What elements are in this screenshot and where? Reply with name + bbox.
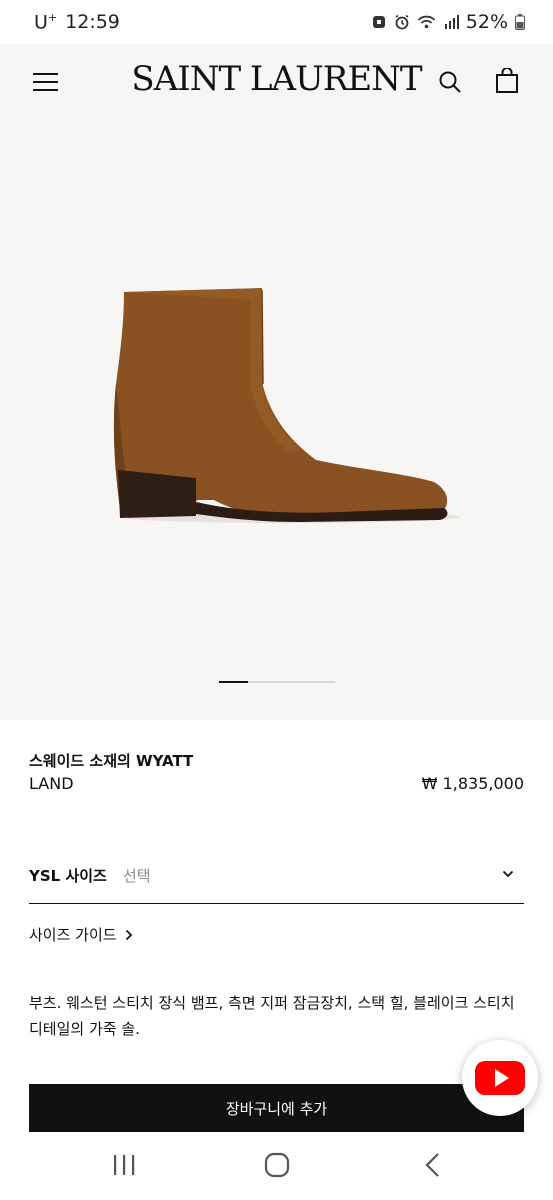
youtube-floating-button[interactable]: [462, 1040, 538, 1116]
battery-icon: [515, 14, 525, 30]
product-image: [113, 288, 460, 523]
product-description: 부츠. 웨스턴 스티치 장식 뱀프, 측면 지퍼 잠금장치, 스택 힐, 블레이…: [29, 994, 515, 1038]
gallery-pager[interactable]: [219, 680, 335, 683]
system-nav-bar: [0, 1132, 553, 1200]
youtube-icon: [475, 1061, 525, 1095]
chevron-right-icon: [125, 929, 132, 940]
status-left: U+ 12:59: [34, 11, 120, 33]
size-label: YSL 사이즈: [29, 867, 107, 885]
wifi-icon: [417, 15, 435, 29]
brand-logo[interactable]: SAINT LAURENT: [0, 59, 553, 99]
status-bar: U+ 12:59 52%: [0, 0, 553, 44]
alarm-icon: [395, 14, 409, 30]
add-to-cart-button[interactable]: 장바구니에 추가: [29, 1084, 524, 1132]
lock-app-icon: [372, 16, 385, 28]
recent-apps-icon[interactable]: [104, 1150, 144, 1180]
signal-icon: [444, 15, 459, 29]
product-title: 스웨이드 소재의 WYATT: [29, 752, 194, 770]
size-selector[interactable]: YSL 사이즈 선택: [29, 852, 524, 904]
pager-active-segment: [219, 680, 248, 683]
size-guide-link[interactable]: 사이즈 가이드: [29, 924, 133, 945]
carrier-plus: +: [47, 10, 58, 24]
shopping-bag-icon[interactable]: [495, 68, 519, 94]
product-gallery[interactable]: [0, 124, 553, 720]
carrier: U+: [34, 11, 57, 33]
search-icon[interactable]: [438, 70, 462, 94]
size-select-placeholder: 선택: [123, 867, 151, 885]
status-time: 12:59: [65, 10, 120, 33]
product-color: LAND: [29, 774, 74, 793]
battery-percent: 52%: [465, 11, 508, 33]
back-icon[interactable]: [413, 1150, 453, 1180]
home-icon[interactable]: [257, 1150, 297, 1180]
size-guide-label: 사이즈 가이드: [29, 926, 117, 944]
product-price: ₩ 1,835,000: [421, 774, 524, 793]
carrier-name: U: [34, 11, 48, 34]
chevron-down-icon: [502, 870, 514, 878]
status-right: 52%: [371, 11, 525, 33]
site-header: SAINT LAURENT: [0, 44, 553, 124]
